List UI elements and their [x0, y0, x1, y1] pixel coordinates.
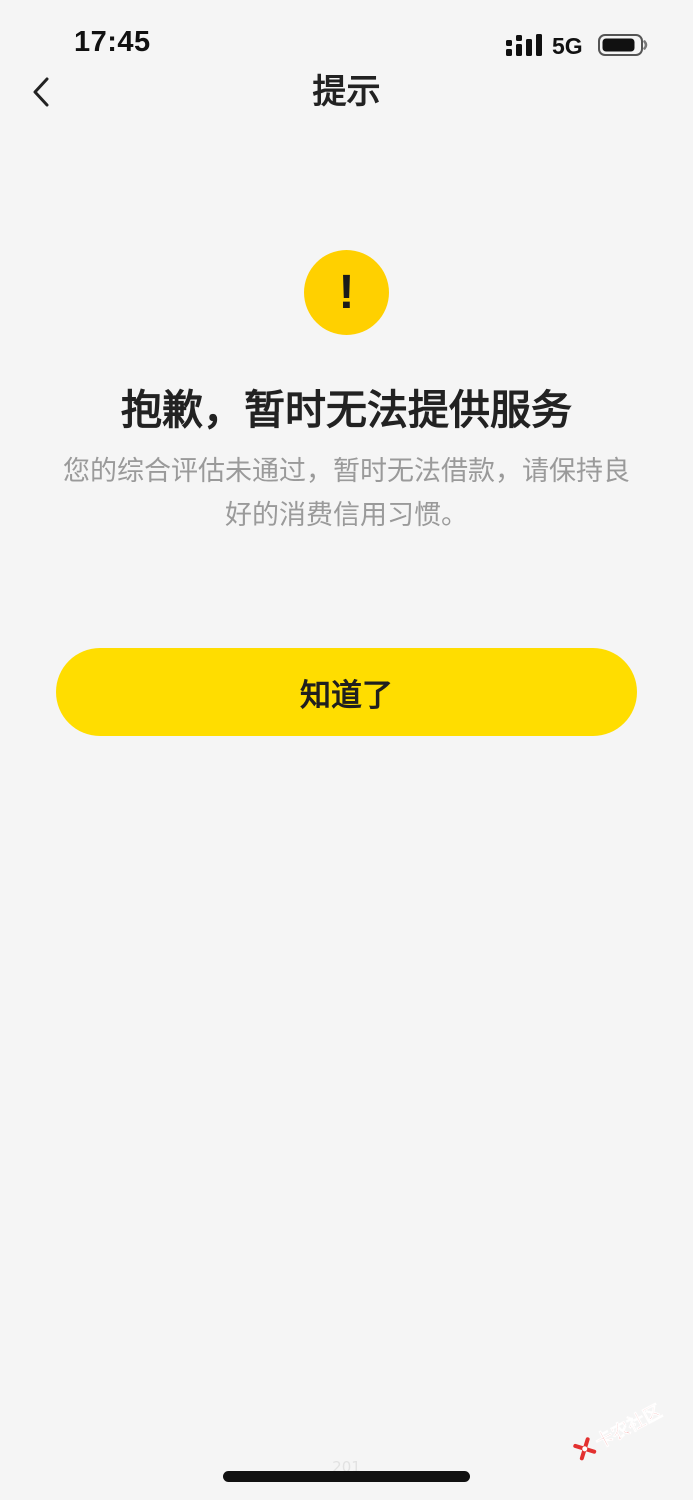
confirm-button[interactable]: 知道了 [56, 648, 637, 736]
result-description: 您的综合评估未通过，暂时无法借款，请保持良好的消费信用习惯。 [63, 456, 630, 531]
exclamation-symbol: ! [338, 265, 355, 319]
watermark-text: 卡农社区 [591, 1400, 666, 1454]
page-title: 提示 [312, 72, 381, 112]
network-type: 5G [552, 33, 583, 59]
signal-bars-icon [506, 34, 542, 56]
home-indicator[interactable] [223, 1471, 470, 1482]
navigation-bar: 提示 [0, 60, 693, 130]
status-time: 17:45 [74, 26, 151, 58]
battery-icon [598, 34, 648, 56]
exclamation-icon: ! [304, 250, 389, 335]
result-title: 抱歉，暂时无法提供服务 [121, 386, 572, 434]
